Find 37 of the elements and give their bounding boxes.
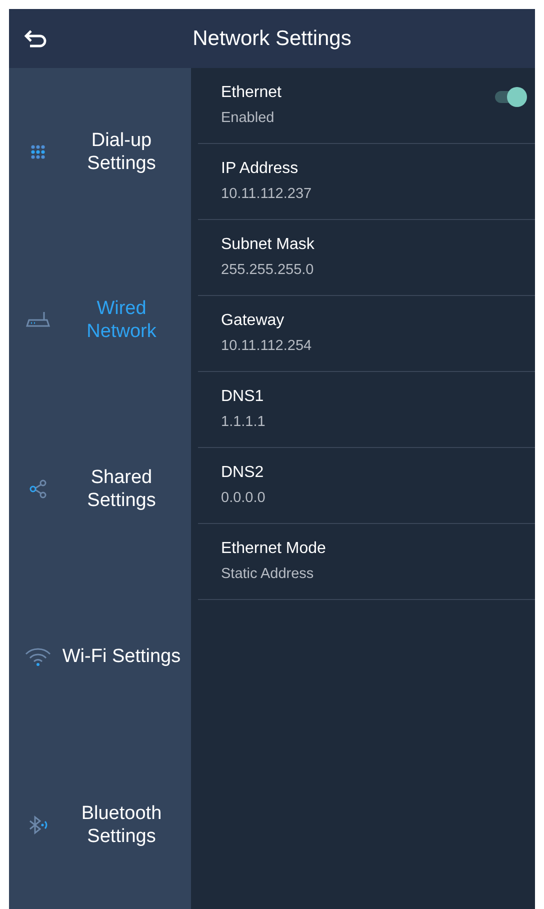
sidebar-label: Bluetooth Settings (80, 802, 163, 848)
setting-value: 10.11.112.254 (221, 337, 313, 356)
sidebar-label: Wi-Fi Settings (61, 645, 182, 668)
wifi-icon (25, 648, 51, 666)
sidebar-item[interactable]: Wi-Fi Settings (9, 572, 191, 741)
setting-label: Ethernet Mode (221, 539, 327, 560)
setting-row[interactable]: IP Address 10.11.112.237 (198, 144, 535, 220)
setting-row[interactable]: Ethernet Mode Static Address (198, 524, 535, 600)
setting-label: Gateway (221, 311, 286, 332)
router-icon (26, 311, 50, 330)
share-icon (29, 478, 47, 498)
setting-row[interactable]: Gateway 10.11.112.254 (198, 296, 535, 372)
setting-row[interactable]: Subnet Mask 255.255.255.0 (198, 220, 535, 296)
sidebar-item[interactable]: Bluetooth Settings (9, 740, 191, 909)
setting-row[interactable]: DNS1 1.1.1.1 (198, 372, 535, 448)
setting-value: 0.0.0.0 (221, 489, 266, 508)
bluetooth-icon (27, 814, 49, 836)
setting-value: 255.255.255.0 (221, 261, 315, 280)
setting-value: Enabled (221, 109, 276, 128)
sidebar-label: Shared Settings (86, 466, 157, 512)
setting-row[interactable]: DNS2 0.0.0.0 (198, 448, 535, 524)
sidebar-item[interactable]: Dial-up Settings (9, 68, 191, 236)
setting-value: 10.11.112.237 (221, 185, 313, 204)
setting-label: DNS1 (221, 387, 265, 408)
setting-label: Ethernet (221, 83, 282, 104)
setting-value: 1.1.1.1 (221, 413, 266, 432)
sidebar-label: Wired Network (86, 297, 158, 344)
setting-label: IP Address (221, 159, 300, 180)
setting-row[interactable]: Ethernet Enabled (198, 68, 535, 144)
setting-label: Subnet Mask (221, 235, 316, 256)
sidebar-label: Dial-up Settings (86, 129, 157, 176)
sidebar-item[interactable]: Shared Settings (9, 404, 191, 573)
dialpad-icon (30, 144, 46, 160)
setting-label: DNS2 (221, 463, 265, 484)
header-title: Network Settings (192, 26, 352, 52)
setting-value: Static Address (221, 565, 315, 584)
sidebar-item[interactable]: Wired Network (9, 236, 191, 404)
